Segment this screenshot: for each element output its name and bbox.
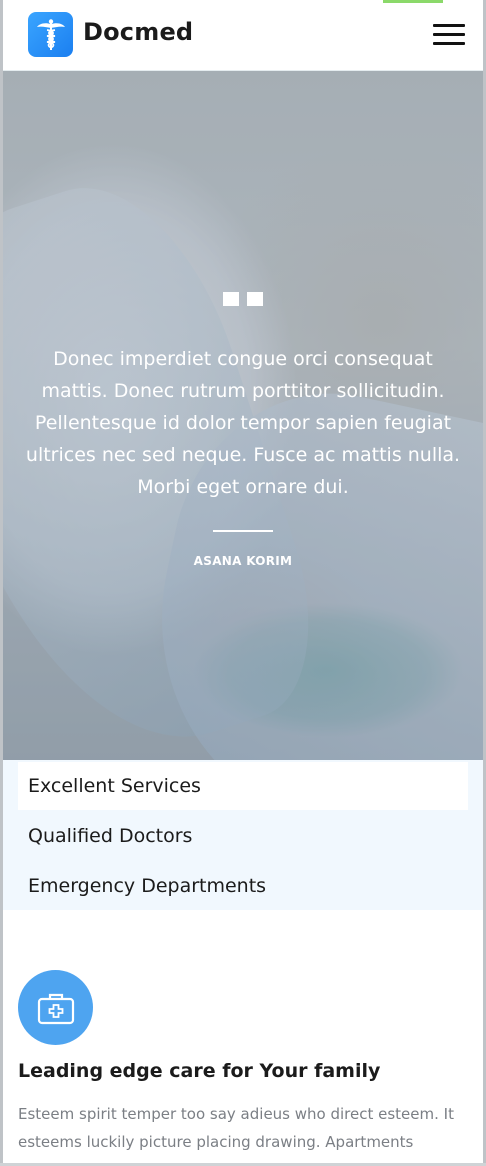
service-item-emergency-departments[interactable]: Emergency Departments: [18, 862, 468, 910]
service-item-qualified-doctors[interactable]: Qualified Doctors: [18, 812, 468, 860]
quote-divider: [213, 530, 273, 532]
services-list: Excellent Services Qualified Doctors Eme…: [3, 760, 483, 910]
brand-name[interactable]: Docmed: [83, 18, 193, 46]
service-item-label: Emergency Departments: [28, 875, 267, 897]
caduceus-icon: [36, 18, 65, 50]
feature-description: Esteem spirit temper too say adieus who …: [18, 1105, 454, 1166]
service-item-excellent-services[interactable]: Excellent Services: [18, 762, 468, 810]
window-frame-left: [0, 0, 3, 1166]
feature-title: Leading edge care for Your family: [18, 1060, 381, 1082]
page: Docmed Donec imperdiet congue orci conse…: [0, 0, 486, 1166]
quote-icon: [3, 258, 483, 306]
site-header: Docmed: [3, 0, 483, 71]
testimonial-quote: Donec imperdiet congue orci consequat ma…: [25, 348, 461, 498]
testimonial-author: ASANA KORIM: [193, 554, 293, 568]
hamburger-menu-icon[interactable]: [433, 24, 465, 46]
logo-link[interactable]: [28, 12, 73, 57]
header-accent-bar: [383, 0, 443, 3]
service-item-label: Qualified Doctors: [28, 825, 193, 847]
medical-kit-icon: [18, 970, 93, 1045]
service-item-label: Excellent Services: [28, 775, 201, 797]
testimonial-hero: Donec imperdiet congue orci consequat ma…: [3, 70, 483, 760]
